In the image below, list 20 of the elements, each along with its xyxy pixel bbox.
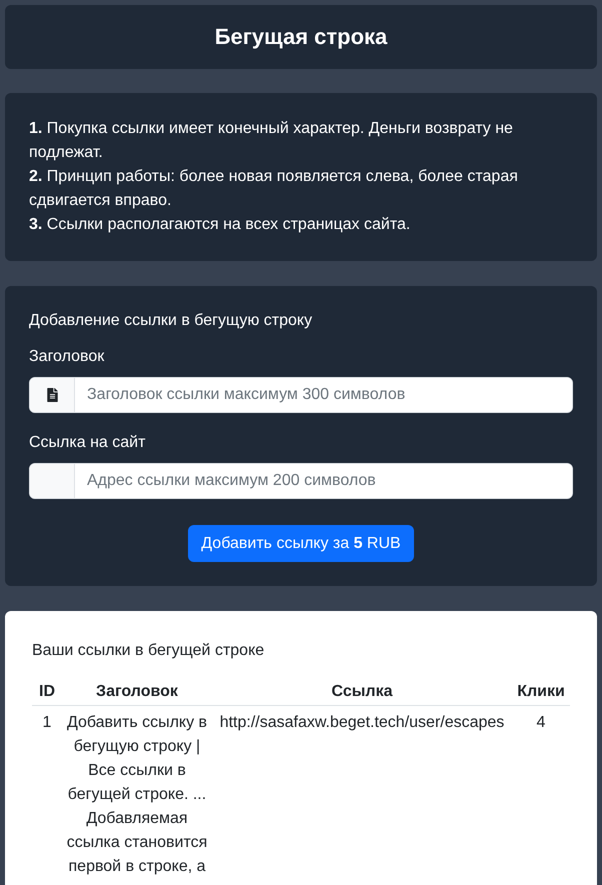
links-title: Ваши ссылки в бегущей строке [32,641,266,661]
rule-text: 2. Принцип работы: более новая появляется слева, более старая сдвигается вправо. [29,167,519,211]
rule-text: 1. Покупка ссылки имеет конечный характер. Деньги возврату не подлежат. [29,119,514,163]
field-label: Заголовок [29,347,106,367]
rule-text: 3. Ссылки располагаются на всех страницах сайта. [29,215,412,235]
table-cell: Добавить ссылку в бегущую строку | Все ссылки в бегущей строке. ... Добавляемая ссылка становится первой в строке, а [62,706,212,879]
add-link-button[interactable]: Добавить ссылку за 5 RUB [188,525,414,562]
table-cell: 4 [512,706,570,879]
column-header: Клики [512,679,570,706]
table-cell: 1 [32,706,62,879]
column-header: ID [32,679,62,706]
field-label: Ссылка на сайт [29,433,146,453]
table-cell: http://sasafaxw.beget.tech/user/escapes [212,706,512,879]
input-field[interactable]: Заголовок ссылки максимум 300 символов [29,377,573,413]
document-icon [46,388,58,402]
page-title: Бегущая строка [214,25,388,49]
column-header: Ссылка [212,679,512,706]
form-title: Добавление ссылки в бегущую строку [29,311,314,331]
column-header: Заголовок [62,679,212,706]
input-field[interactable]: Адрес ссылки максимум 200 символов [29,463,573,499]
